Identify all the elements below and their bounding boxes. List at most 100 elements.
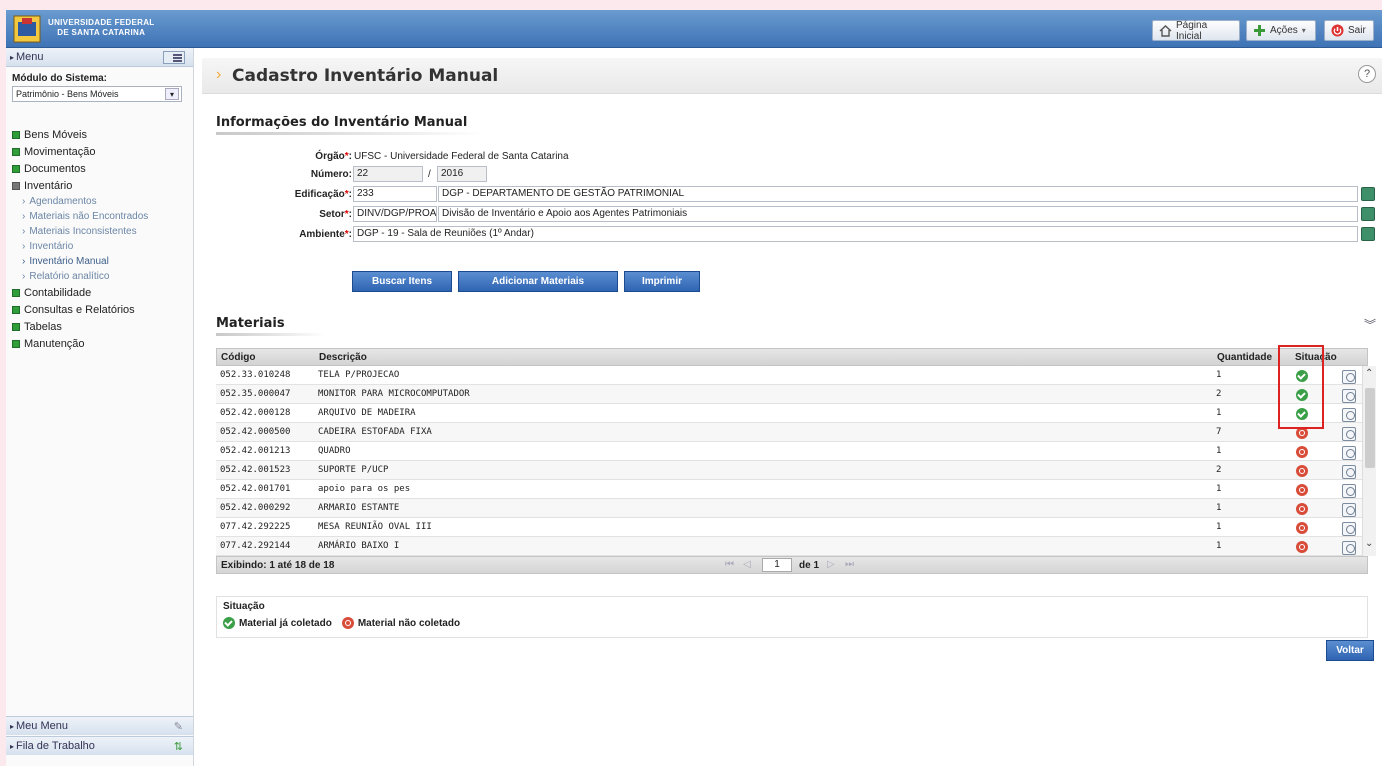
adicionar-materiais-button[interactable]: Adicionar Materiais	[458, 271, 618, 292]
menu-toggle-icon[interactable]	[163, 51, 185, 64]
setor-code-input[interactable]: DINV/DGP/PROA	[353, 206, 437, 222]
x-circle-icon	[1296, 522, 1308, 534]
numero-field: 22	[353, 166, 423, 182]
edit-icon[interactable]	[1342, 503, 1356, 517]
fila-trabalho-label: Fila de Trabalho	[16, 740, 95, 752]
edit-icon[interactable]	[1342, 484, 1356, 498]
table-scrollbar[interactable]: ⌃ ⌄	[1362, 366, 1376, 556]
sidebar-item-tabelas[interactable]: Tabelas	[6, 318, 193, 335]
table-row[interactable]: 052.35.000047 MONITOR PARA MICROCOMPUTADO…	[216, 385, 1368, 404]
cell-descricao: MONITOR PARA MICROCOMPUTADOR	[318, 389, 470, 399]
cell-codigo: 052.42.001523	[220, 465, 291, 475]
sidebar-item-movimentacao[interactable]: Movimentação	[6, 143, 193, 160]
sidebar-item-label: Manutenção	[24, 337, 85, 350]
actions-button[interactable]: Ações ▾	[1246, 20, 1316, 41]
module-select[interactable]: Patrimônio - Bens Móveis ▾	[12, 86, 182, 102]
setor-label: Setor*:	[319, 209, 352, 220]
x-circle-icon	[1296, 541, 1308, 553]
edit-icon[interactable]	[1342, 446, 1356, 460]
sidebar-item-consultas-relatorios[interactable]: Consultas e Relatórios	[6, 301, 193, 318]
x-circle-icon	[1296, 465, 1308, 477]
page-input[interactable]: 1	[762, 558, 792, 572]
sidebar-subitem-materiais-nao-encontrados[interactable]: › Materiais não Encontrados	[6, 209, 193, 224]
prev-page-icon[interactable]: ◁	[743, 559, 751, 570]
sidebar-subitem-materiais-inconsistentes[interactable]: › Materiais Inconsistentes	[6, 224, 193, 239]
cell-quantidade: 1	[1216, 541, 1222, 551]
ambiente-input[interactable]: DGP - 19 - Sala de Reuniões (1º Andar)	[353, 226, 1358, 242]
sidebar-subitem-inventario[interactable]: › Inventário	[6, 239, 193, 254]
sidebar: ▸ Menu Módulo do Sistema: Patrimônio - B…	[6, 48, 194, 766]
meu-menu-bar[interactable]: ▸ Meu Menu ✎	[6, 716, 193, 735]
main-content: › Cadastro Inventário Manual ? Informaçõ…	[202, 48, 1382, 766]
double-chevron-down-icon[interactable]: ︾	[1364, 316, 1376, 333]
sidebar-subitem-agendamentos[interactable]: › Agendamentos	[6, 194, 193, 209]
edit-icon[interactable]	[1342, 427, 1356, 441]
table-row[interactable]: 052.42.001213 QUADRO 1	[216, 442, 1368, 461]
sidebar-item-label: Contabilidade	[24, 286, 92, 299]
cell-quantidade: 1	[1216, 446, 1222, 456]
buscar-itens-button[interactable]: Buscar Itens	[352, 271, 452, 292]
edificacao-code-input[interactable]: 233	[353, 186, 437, 202]
edit-icon[interactable]	[1342, 465, 1356, 479]
search-lookup-icon[interactable]	[1361, 207, 1375, 221]
check-circle-icon	[223, 617, 235, 629]
search-lookup-icon[interactable]	[1361, 187, 1375, 201]
scroll-down-icon[interactable]: ⌄	[1365, 538, 1373, 549]
expand-arrow-icon: ▸	[10, 721, 15, 731]
home-button[interactable]: Página Inicial	[1152, 20, 1240, 42]
expand-square-icon	[12, 305, 20, 314]
top-header: UNIVERSIDADE FEDERAL DE SANTA CATARINA P…	[6, 10, 1382, 48]
cell-codigo: 052.42.001701	[220, 484, 291, 494]
sidebar-item-label: Documentos	[24, 162, 86, 175]
help-icon[interactable]: ?	[1358, 65, 1376, 83]
university-logo	[13, 15, 41, 43]
sidebar-item-manutencao[interactable]: Manutenção	[6, 335, 193, 352]
sidebar-item-documentos[interactable]: Documentos	[6, 160, 193, 177]
col-quantidade[interactable]: Quantidade	[1217, 352, 1272, 363]
edit-icon[interactable]	[1342, 389, 1356, 403]
refresh-icon: ⇅	[173, 740, 183, 753]
first-page-icon[interactable]: ⏮	[725, 559, 734, 570]
ano-field: 2016	[437, 166, 487, 182]
table-row[interactable]: 077.42.292144 ARMÁRIO BAIXO I 1	[216, 537, 1368, 556]
sidebar-item-bens-moveis[interactable]: Bens Móveis	[6, 126, 193, 143]
edificacao-desc-field[interactable]: DGP - DEPARTAMENTO DE GESTÃO PATRIMONIAL	[438, 186, 1358, 202]
next-page-icon[interactable]: ▷	[827, 559, 835, 570]
last-page-icon[interactable]: ⏭	[845, 559, 854, 570]
section-divider	[216, 132, 486, 135]
scroll-thumb[interactable]	[1365, 388, 1375, 468]
cell-codigo: 052.42.000292	[220, 503, 291, 513]
table-row[interactable]: 052.42.000128 ARQUIVO DE MADEIRA 1	[216, 404, 1368, 423]
cell-quantidade: 2	[1216, 465, 1222, 475]
table-row[interactable]: 077.42.292225 MESA REUNIÃO OVAL III 1	[216, 518, 1368, 537]
university-name: UNIVERSIDADE FEDERAL DE SANTA CATARINA	[48, 18, 154, 38]
edit-icon[interactable]	[1342, 541, 1356, 555]
col-descricao[interactable]: Descrição	[319, 352, 367, 363]
col-codigo[interactable]: Código	[221, 352, 255, 363]
table-row[interactable]: 052.42.000292 ARMARIO ESTANTE 1	[216, 499, 1368, 518]
edit-icon[interactable]	[1342, 522, 1356, 536]
fila-trabalho-bar[interactable]: ▸ Fila de Trabalho ⇅	[6, 736, 193, 755]
table-row[interactable]: 052.42.001701 apoio para os pes 1	[216, 480, 1368, 499]
actions-label: Ações	[1270, 25, 1298, 36]
table-row[interactable]: 052.33.010248 TELA P/PROJECAO 1	[216, 366, 1368, 385]
sidebar-item-contabilidade[interactable]: Contabilidade	[6, 284, 193, 301]
setor-desc-field[interactable]: Divisão de Inventário e Apoio aos Agente…	[438, 206, 1358, 222]
voltar-button[interactable]: Voltar	[1326, 640, 1374, 661]
exit-button[interactable]: Sair	[1324, 20, 1374, 41]
menu-header[interactable]: ▸ Menu	[6, 48, 193, 67]
table-row[interactable]: 052.42.000500 CADEIRA ESTOFADA FIXA 7	[216, 423, 1368, 442]
legend-box: Situação Material já coletado Material n…	[216, 596, 1368, 638]
cell-descricao: ARQUIVO DE MADEIRA	[318, 408, 416, 418]
scroll-up-icon[interactable]: ⌃	[1365, 368, 1373, 379]
sidebar-subitem-inventario-manual[interactable]: › Inventário Manual	[6, 254, 193, 269]
cell-quantidade: 2	[1216, 389, 1222, 399]
sidebar-item-inventario[interactable]: Inventário	[6, 177, 193, 194]
search-lookup-icon[interactable]	[1361, 227, 1375, 241]
edit-icon[interactable]	[1342, 370, 1356, 384]
table-row[interactable]: 052.42.001523 SUPORTE P/UCP 2	[216, 461, 1368, 480]
edit-icon[interactable]	[1342, 408, 1356, 422]
cell-descricao: SUPORTE P/UCP	[318, 465, 389, 475]
sidebar-subitem-relatorio-analitico[interactable]: › Relatório analítico	[6, 269, 193, 284]
imprimir-button[interactable]: Imprimir	[624, 271, 700, 292]
